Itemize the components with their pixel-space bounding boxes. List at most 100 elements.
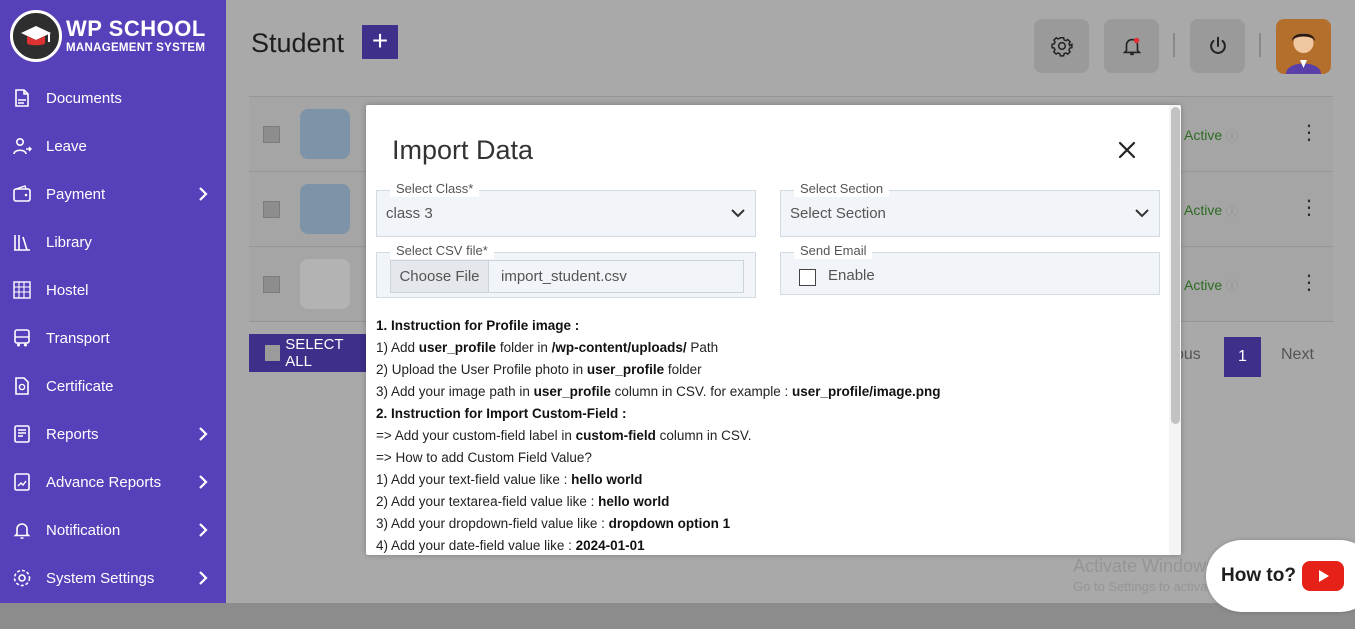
pagination-page-1[interactable]: 1 (1224, 337, 1261, 377)
bell-icon (12, 520, 32, 540)
brand-subtitle: MANAGEMENT SYSTEM (66, 41, 206, 54)
modal-scrollbar[interactable] (1169, 105, 1181, 555)
advance-reports-icon (12, 472, 32, 492)
sidebar-item-library[interactable]: Library (0, 218, 226, 266)
youtube-icon (1301, 561, 1344, 591)
row-checkbox[interactable] (263, 201, 280, 218)
row-checkbox[interactable] (263, 126, 280, 143)
settings-button[interactable] (1034, 19, 1089, 73)
pagination-next[interactable]: Next (1281, 346, 1314, 364)
sidebar-item-payment[interactable]: Payment (0, 170, 226, 218)
instruction-text: folder in (496, 340, 552, 355)
instruction-text: => How to add Custom Field Value? (376, 450, 592, 465)
student-photo (300, 109, 350, 159)
instruction-line: 1. Instruction for Profile image : (376, 315, 1166, 337)
gear-icon (1050, 36, 1073, 57)
sidebar-item-label: Payment (46, 185, 106, 203)
sidebar: WP SCHOOL MANAGEMENT SYSTEM Documents Lea… (0, 0, 226, 603)
chevron-right-icon (199, 523, 208, 537)
instruction-text: dropdown option 1 (608, 516, 731, 531)
instruction-text: 2) Add your textarea-field value like : (376, 494, 599, 509)
sidebar-nav: Documents Leave Payment Library Hostel Transp… (0, 74, 226, 602)
sidebar-item-label: Library (46, 233, 92, 251)
notifications-button[interactable] (1104, 19, 1159, 73)
select-all-checkbox[interactable] (265, 345, 281, 361)
logout-button[interactable] (1190, 19, 1245, 73)
instruction-text: column in CSV. (655, 428, 752, 443)
sidebar-item-label: Advance Reports (46, 473, 162, 491)
scrollbar-thumb[interactable] (1171, 107, 1180, 424)
sidebar-item-documents[interactable]: Documents (0, 74, 226, 122)
instruction-text: user_profile/image.png (791, 384, 941, 399)
sidebar-item-advance-reports[interactable]: Advance Reports (0, 458, 226, 506)
enable-email-checkbox[interactable] (799, 269, 816, 286)
csv-file-field: Select CSV file* Choose File import_stud… (376, 243, 756, 298)
sidebar-item-label: Certificate (46, 377, 114, 395)
instruction-line: 2) Upload the User Profile photo in user… (376, 359, 1166, 381)
instruction-line: 1) Add user_profile folder in /wp-conten… (376, 337, 1166, 359)
instruction-text: column in CSV. for example : (610, 384, 792, 399)
sidebar-item-label: Notification (46, 521, 121, 539)
selected-file-name: import_student.csv (501, 268, 627, 285)
add-student-button[interactable]: + (362, 25, 398, 59)
import-data-modal: Import Data Select Class* class 3 Select… (366, 105, 1181, 555)
instruction-text: custom-field (575, 428, 656, 443)
hostel-icon (12, 280, 32, 300)
instruction-text: /wp-content/uploads/ (551, 340, 687, 355)
sidebar-item-reports[interactable]: Reports (0, 410, 226, 458)
select-section-label: Select Section (794, 181, 890, 197)
instruction-line: => Add your custom-field label in custom… (376, 425, 1166, 447)
instruction-line: 3) Add your image path in user_profile c… (376, 381, 1166, 403)
header-divider (1259, 33, 1261, 57)
close-icon[interactable] (1116, 139, 1138, 161)
brand-logo[interactable]: WP SCHOOL MANAGEMENT SYSTEM (10, 10, 206, 62)
row-checkbox[interactable] (263, 276, 280, 293)
select-class-label: Select Class* (390, 181, 480, 197)
sidebar-item-certificate[interactable]: Certificate (0, 362, 226, 410)
bell-icon (1122, 37, 1141, 56)
chevron-right-icon (199, 187, 208, 201)
select-section-dropdown[interactable]: Select Section Select Section (780, 181, 1160, 237)
user-avatar[interactable] (1276, 19, 1331, 74)
sidebar-item-label: Hostel (46, 281, 89, 299)
library-icon (12, 232, 32, 252)
instruction-text: hello world (598, 494, 670, 509)
sidebar-item-hostel[interactable]: Hostel (0, 266, 226, 314)
import-instructions: 1. Instruction for Profile image : 1) Add… (376, 315, 1166, 555)
row-menu-icon[interactable]: ⋮ (1299, 198, 1319, 218)
send-email-field: Send Email Enable (780, 243, 1160, 295)
sidebar-item-notification[interactable]: Notification (0, 506, 226, 554)
instruction-text: user_profile (418, 340, 497, 355)
enable-email-label: Enable (828, 267, 875, 284)
select-all-button[interactable]: SELECT ALL (249, 334, 369, 372)
how-to-button[interactable]: How to? (1206, 540, 1355, 612)
instruction-text: Path (686, 340, 719, 355)
row-menu-icon[interactable]: ⋮ (1299, 273, 1319, 293)
file-input[interactable]: Choose File import_student.csv (390, 260, 744, 293)
select-class-dropdown[interactable]: Select Class* class 3 (376, 181, 756, 237)
leave-icon (12, 136, 32, 156)
select-class-value: class 3 (386, 205, 433, 222)
instruction-text: 2024-01-01 (575, 538, 645, 553)
sidebar-item-transport[interactable]: Transport (0, 314, 226, 362)
instruction-text: 2. Instruction for Import Custom-Field : (376, 406, 627, 421)
chevron-right-icon (199, 475, 208, 489)
sidebar-item-leave[interactable]: Leave (0, 122, 226, 170)
instruction-text: 1) Add your text-field value like : (376, 472, 572, 487)
student-photo (300, 184, 350, 234)
status-badge: Active ⓘ (1184, 127, 1239, 143)
choose-file-button[interactable]: Choose File (391, 261, 489, 292)
brand-title: WP SCHOOL (66, 15, 206, 41)
bus-icon (12, 328, 32, 348)
school-logo-icon (10, 10, 62, 62)
student-photo (300, 259, 350, 309)
sidebar-item-system-settings[interactable]: System Settings (0, 554, 226, 602)
instruction-line: 4) Add your date-field value like : 2024… (376, 535, 1166, 555)
sidebar-item-label: Documents (46, 89, 122, 107)
row-menu-icon[interactable]: ⋮ (1299, 123, 1319, 143)
instruction-line: 3) Add your dropdown-field value like : … (376, 513, 1166, 535)
certificate-icon (12, 376, 32, 396)
chevron-down-icon (731, 209, 745, 218)
send-email-label: Send Email (794, 243, 873, 259)
instruction-text: 3) Add your image path in (376, 384, 534, 399)
